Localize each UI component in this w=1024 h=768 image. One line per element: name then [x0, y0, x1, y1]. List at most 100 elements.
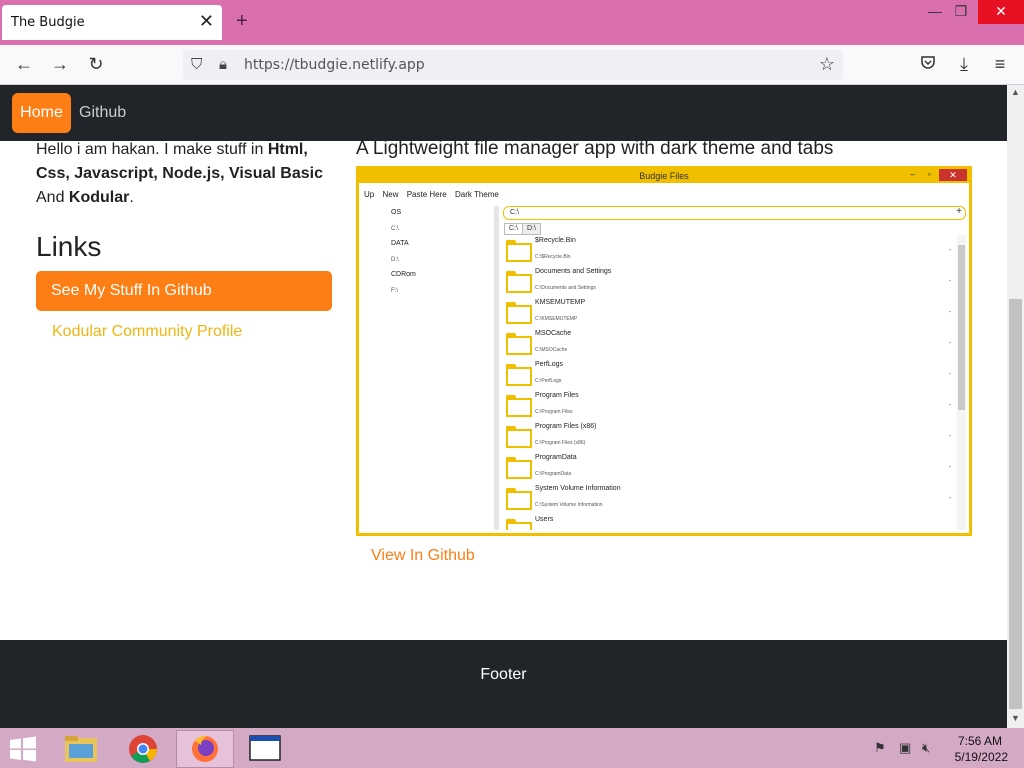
reload-icon[interactable]: ↻ — [84, 53, 108, 77]
folder-path: C:\Program Files (x86) — [535, 440, 586, 446]
site-navbar: Home Github — [0, 85, 1007, 141]
item-menu-icon: - — [948, 309, 951, 316]
budgie-folder-item: $Recycle.Bin C:\$Recycle.Bin - — [503, 235, 955, 266]
item-menu-icon: - — [948, 340, 951, 347]
github-stuff-button[interactable]: See My Stuff In Github — [36, 271, 332, 311]
folder-name: PerfLogs — [535, 361, 564, 368]
folder-path: C:\ProgramData — [535, 471, 572, 477]
item-menu-icon: - — [948, 464, 951, 471]
folder-name: $Recycle.Bin — [535, 237, 576, 244]
folder-icon — [506, 302, 532, 324]
folder-path: C:\PerfLogs — [535, 378, 562, 384]
budgie-folder-item: System Volume Information C:\System Volu… — [503, 483, 955, 514]
browser-toolbar: ← → ↻ ⛉ 🔒︎ https://tbudgie.netlify.app ☆… — [0, 45, 1024, 85]
drive-path: F:\ — [391, 288, 398, 294]
chrome-icon[interactable] — [114, 730, 172, 768]
lock-icon[interactable]: 🔒︎ — [219, 56, 227, 73]
budgie-menu-item: Paste Here — [406, 190, 447, 199]
budgie-files-window: Budgie Files – ▫ ✕ Up New Paste Here Dar… — [359, 169, 969, 533]
site-footer: Footer — [0, 640, 1007, 728]
folder-icon — [506, 395, 532, 417]
new-tab-button[interactable]: + — [236, 11, 248, 31]
folder-icon — [506, 240, 532, 262]
item-menu-icon: - — [948, 433, 951, 440]
scroll-up-icon[interactable]: ▲ — [1007, 87, 1024, 97]
page-viewport: Home Github Hello i am hakan. I make stu… — [0, 85, 1007, 728]
item-menu-icon: - — [948, 371, 951, 378]
downloads-icon[interactable]: ⤓ — [952, 53, 976, 77]
intro-text: Hello i am hakan. I make stuff in Html, … — [36, 138, 326, 210]
tab-title: The Budgie — [11, 15, 85, 30]
menu-icon[interactable]: ≡ — [988, 53, 1012, 77]
intro-and: And — [36, 189, 65, 206]
restore-button[interactable]: ❐ — [944, 0, 978, 24]
folder-icon — [506, 457, 532, 479]
budgie-menu-item: Dark Theme — [454, 190, 499, 199]
budgie-tab: C:\ — [504, 223, 523, 235]
browser-tab[interactable]: The Budgie ✕ — [2, 5, 222, 40]
shield-icon[interactable]: ⛉ — [191, 56, 202, 73]
nav-home-link[interactable]: Home — [12, 93, 71, 133]
folder-icon — [506, 426, 532, 448]
page-scroll-thumb[interactable] — [1009, 299, 1022, 709]
clock-time[interactable]: 7:56 AM — [958, 734, 1002, 748]
close-window-button[interactable]: ✕ — [978, 0, 1024, 24]
intro-last-skill: Kodular — [68, 189, 130, 206]
app-window-icon[interactable] — [238, 730, 296, 768]
kodular-profile-link[interactable]: Kodular Community Profile — [52, 323, 242, 341]
budgie-folder-item: PerfLogs C:\PerfLogs - — [503, 359, 955, 390]
action-center-icon[interactable]: ⚑ — [874, 740, 886, 756]
file-explorer-icon[interactable] — [52, 730, 110, 768]
taskbar: ⚑ ▣ 🔇︎ 7:56 AM 5/19/2022 — [0, 728, 1024, 768]
scroll-down-icon[interactable]: ▼ — [1007, 713, 1024, 723]
item-menu-icon: - — [948, 402, 951, 409]
item-menu-icon: - — [948, 495, 951, 502]
budgie-window-title: Budgie Files — [359, 169, 969, 183]
budgie-path-value: C:\ — [510, 209, 519, 216]
folder-path: C:\System Volume Information — [535, 502, 603, 508]
folder-name: ProgramData — [535, 454, 577, 461]
nav-github-link[interactable]: Github — [79, 104, 126, 122]
view-in-github-link[interactable]: View In Github — [371, 547, 475, 565]
windows-start-icon[interactable] — [8, 736, 40, 762]
clock-date[interactable]: 5/19/2022 — [955, 750, 1008, 764]
project-title: A Lightweight file manager app with dark… — [356, 138, 834, 159]
budgie-menu-item: New — [382, 190, 399, 199]
links-heading: Links — [36, 231, 102, 262]
budgie-folder-item: Users — [503, 514, 955, 530]
budgie-menu: Up New Paste Here Dark Theme — [364, 190, 505, 199]
volume-muted-icon[interactable]: 🔇︎ — [922, 740, 930, 756]
pocket-icon[interactable] — [916, 53, 940, 77]
folder-icon — [506, 519, 532, 530]
budgie-add-tab-icon: + — [956, 206, 962, 217]
folder-path: C:\Program Files — [535, 409, 573, 415]
budgie-minimize-icon: – — [909, 169, 915, 179]
forward-icon[interactable]: → — [48, 53, 72, 77]
budgie-folder-item: ProgramData C:\ProgramData - — [503, 452, 955, 483]
back-icon[interactable]: ← — [12, 53, 36, 77]
folder-path: C:\KMSEMUTEMP — [535, 316, 578, 322]
folder-name: Users — [535, 516, 554, 523]
address-bar[interactable]: ⛉ 🔒︎ https://tbudgie.netlify.app ☆ — [183, 50, 843, 80]
folder-icon — [506, 271, 532, 293]
drive-label: DATA — [391, 240, 409, 247]
tab-close-icon[interactable]: ✕ — [199, 11, 214, 32]
item-menu-icon: - — [948, 278, 951, 285]
footer-text: Footer — [480, 666, 527, 683]
budgie-folder-item: MSOCache C:\MSOCache - — [503, 328, 955, 359]
page-scrollbar[interactable]: ▲ ▼ — [1007, 85, 1024, 728]
budgie-splitter — [494, 206, 499, 530]
budgie-folder-item: KMSEMUTEMP C:\KMSEMUTEMP - — [503, 297, 955, 328]
budgie-folder-item: Program Files C:\Program Files - — [503, 390, 955, 421]
bookmark-star-icon[interactable]: ☆ — [819, 54, 835, 75]
budgie-path-field: C:\ + — [503, 206, 966, 220]
budgie-maximize-icon: ▫ — [927, 169, 931, 179]
folder-icon — [506, 364, 532, 386]
firefox-icon[interactable] — [176, 730, 234, 768]
url-text[interactable]: https://tbudgie.netlify.app — [244, 57, 425, 73]
budgie-folder-item: Program Files (x86) C:\Program Files (x8… — [503, 421, 955, 452]
drive-label: CDRom — [391, 271, 416, 278]
network-icon[interactable]: ▣ — [899, 740, 911, 756]
budgie-file-list: $Recycle.Bin C:\$Recycle.Bin - Documents… — [503, 235, 955, 530]
drive-path: D:\ — [391, 257, 399, 263]
